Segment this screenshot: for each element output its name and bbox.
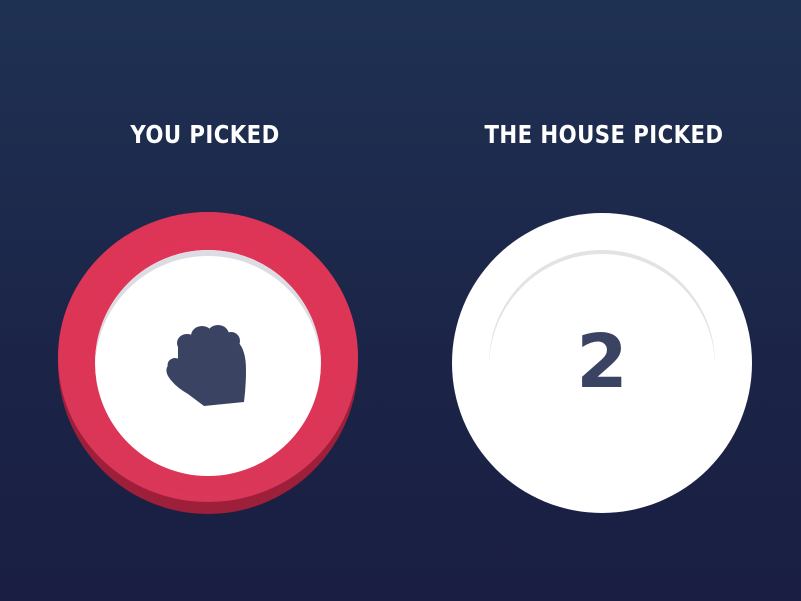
player-pick-label: YOU PICKED bbox=[130, 120, 280, 149]
house-countdown: 2 bbox=[576, 319, 628, 405]
house-choice-placeholder: 2 bbox=[452, 213, 752, 513]
player-token-face bbox=[95, 250, 321, 476]
rock-fist-icon bbox=[160, 316, 256, 412]
player-choice-token bbox=[58, 212, 358, 514]
house-pick-label: THE HOUSE PICKED bbox=[484, 120, 724, 149]
player-token-ring bbox=[58, 212, 358, 502]
